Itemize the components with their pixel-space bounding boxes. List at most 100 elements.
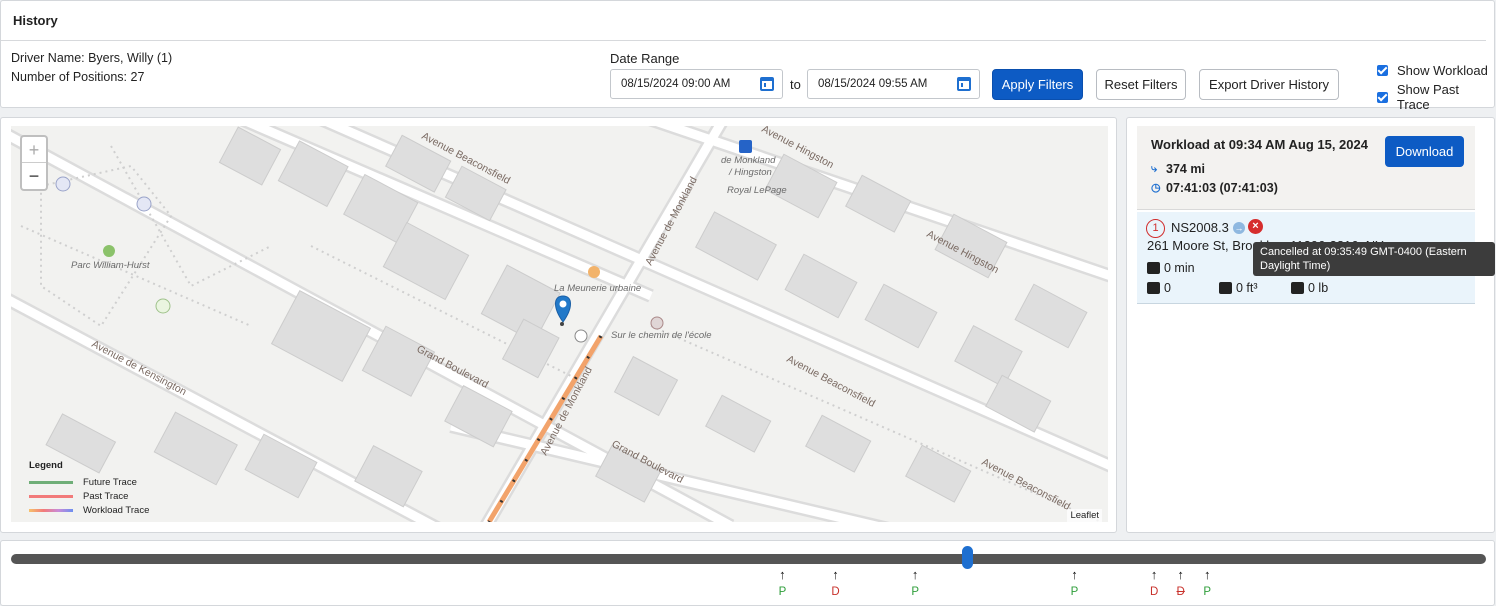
svg-text:Parc William-Hurst: Parc William-Hurst: [71, 260, 150, 271]
map-tiles: Grand Boulevard Grand Boulevard Avenue B…: [11, 126, 1108, 522]
arrow-up-icon: ↑: [1177, 567, 1184, 582]
stop-id: NS2008.3: [1171, 220, 1229, 235]
export-driver-history-button[interactable]: Export Driver History: [1199, 69, 1339, 100]
svg-text:Avenue de Monkland: Avenue de Monkland: [643, 175, 700, 268]
arrow-up-icon: ↑: [911, 567, 919, 582]
timeline-marker-label: P: [778, 586, 787, 598]
legend-title: Legend: [29, 460, 63, 471]
timeline-marker-label: P: [1070, 586, 1079, 598]
clock-icon: ◷: [1151, 181, 1161, 194]
page-title: History: [13, 13, 58, 28]
legend-label: Future Trace: [83, 476, 137, 488]
timeline-marker[interactable]: ↑ D: [1173, 567, 1189, 599]
apply-filters-button[interactable]: Apply Filters: [992, 69, 1083, 100]
cancelled-tooltip: Cancelled at 09:35:49 GMT-0400 (Eastern …: [1253, 242, 1495, 276]
duration-value: 07:41:03 (07:41:03): [1166, 181, 1278, 195]
timeline-panel: ↑ P ↑ D ↑ P ↑ P ↑ D ↑ D ↑ P: [0, 540, 1495, 606]
date-to-value: 08/15/2024 09:55 AM: [818, 78, 928, 90]
volume-value: 0 ft³: [1236, 281, 1258, 295]
workload-title: Workload at 09:34 AM Aug 15, 2024: [1151, 137, 1368, 152]
past-trace-swatch: [29, 494, 73, 498]
cancelled-icon[interactable]: ×: [1248, 219, 1263, 234]
show-past-trace-checkbox[interactable]: Show Past Trace: [1377, 82, 1494, 112]
arrow-right-icon: →: [1233, 222, 1245, 234]
zoom-control: + −: [20, 135, 48, 191]
svg-text:Avenue de Kensington: Avenue de Kensington: [90, 338, 189, 398]
arrow-up-icon: ↑: [1150, 567, 1158, 582]
download-button[interactable]: Download: [1385, 136, 1464, 167]
svg-text:La Meunerie urbaine: La Meunerie urbaine: [554, 283, 641, 294]
service-time: 0 min: [1147, 261, 1195, 275]
svg-text:de Monkland: de Monkland: [721, 155, 776, 166]
arrow-up-icon: ↑: [1203, 567, 1211, 582]
checkbox-checked-icon[interactable]: [1377, 65, 1388, 76]
timeline-handle[interactable]: [961, 546, 973, 569]
checkbox-checked-icon[interactable]: [1377, 91, 1388, 103]
svg-text:/ Hingston: / Hingston: [728, 167, 772, 178]
map-attribution[interactable]: Leaflet: [1067, 509, 1102, 522]
volume-icon: [1219, 282, 1232, 294]
date-to-input[interactable]: 08/15/2024 09:55 AM: [807, 69, 980, 99]
svg-text:Sur le chemin de l'école: Sur le chemin de l'école: [611, 330, 712, 341]
workload-panel: Workload at 09:34 AM Aug 15, 2024 Downlo…: [1126, 117, 1495, 533]
weight-value: 0 lb: [1308, 281, 1329, 295]
show-past-trace-label: Show Past Trace: [1396, 82, 1460, 112]
timeline-marker-label: P: [1203, 586, 1212, 598]
driver-name: Driver Name: Byers, Willy (1): [11, 51, 173, 65]
calendar-icon[interactable]: [760, 77, 774, 91]
zoom-out-button[interactable]: −: [22, 163, 46, 189]
show-workload-checkbox[interactable]: Show Workload: [1377, 63, 1488, 78]
service-time-value: 0 min: [1164, 261, 1195, 275]
timeline-marker[interactable]: ↑ D: [1146, 567, 1162, 599]
legend-label: Past Trace: [83, 490, 129, 502]
timeline-marker[interactable]: ↑ D: [828, 567, 844, 599]
distance-value: 374 mi: [1166, 162, 1205, 176]
timeline-marker-label: D: [1149, 586, 1159, 598]
calendar-icon[interactable]: [957, 77, 971, 91]
pieces: 0: [1147, 281, 1171, 295]
timeline-marker[interactable]: ↑ P: [907, 567, 923, 599]
workload-trace-swatch: [29, 508, 73, 512]
timeline-marker[interactable]: ↑ P: [1199, 567, 1215, 599]
legend-item-future: Future Trace: [29, 475, 149, 489]
map-legend: Legend Future Trace Past Trace Workload …: [29, 460, 149, 517]
map[interactable]: Grand Boulevard Grand Boulevard Avenue B…: [11, 126, 1108, 522]
truck-icon: [1147, 262, 1160, 274]
date-from-input[interactable]: 08/15/2024 09:00 AM: [610, 69, 783, 99]
timeline-marker-label: P: [911, 586, 919, 598]
date-from-value: 08/15/2024 09:00 AM: [621, 78, 731, 90]
volume: 0 ft³: [1219, 281, 1258, 295]
legend-item-workload: Workload Trace: [29, 503, 149, 517]
timeline-marker-label: D: [1176, 586, 1185, 598]
show-workload-label: Show Workload: [1397, 63, 1488, 78]
legend-item-past: Past Trace: [29, 489, 149, 503]
svg-text:Avenue Beaconsfield: Avenue Beaconsfield: [980, 456, 1073, 513]
arrow-up-icon: ↑: [779, 567, 786, 582]
reset-filters-button[interactable]: Reset Filters: [1096, 69, 1186, 100]
weight-icon: [1291, 282, 1304, 294]
zoom-in-button[interactable]: +: [22, 137, 46, 163]
history-filter-panel: History Driver Name: Byers, Willy (1) Nu…: [0, 0, 1495, 112]
map-panel: Grand Boulevard Grand Boulevard Avenue B…: [0, 117, 1117, 533]
arrow-up-icon: ↑: [832, 567, 839, 582]
workload-distance: ⤷ 374 mi: [1151, 162, 1205, 176]
route-icon: ⤷: [1151, 162, 1158, 175]
divider: [1, 40, 1486, 41]
timeline-marker[interactable]: ↑ P: [774, 567, 790, 599]
pieces-value: 0: [1164, 281, 1171, 295]
timeline-track[interactable]: [11, 554, 1486, 564]
timeline-marker-label: D: [831, 586, 840, 598]
weight: 0 lb: [1291, 281, 1328, 295]
timeline-marker[interactable]: ↑ P: [1066, 567, 1082, 599]
stop-number-badge: 1: [1146, 219, 1165, 238]
svg-text:Royal LePage: Royal LePage: [727, 185, 787, 196]
number-of-positions: Number of Positions: 27: [11, 70, 145, 84]
arrow-up-icon: ↑: [1071, 567, 1078, 582]
to-label: to: [790, 77, 801, 92]
legend-label: Workload Trace: [83, 504, 150, 516]
workload-duration: ◷ 07:41:03 (07:41:03): [1151, 181, 1278, 195]
workload-summary-card: Workload at 09:34 AM Aug 15, 2024 Downlo…: [1137, 126, 1475, 210]
future-trace-swatch: [29, 480, 73, 484]
boxes-icon: [1147, 282, 1160, 294]
date-range-label: Date Range: [610, 51, 680, 66]
